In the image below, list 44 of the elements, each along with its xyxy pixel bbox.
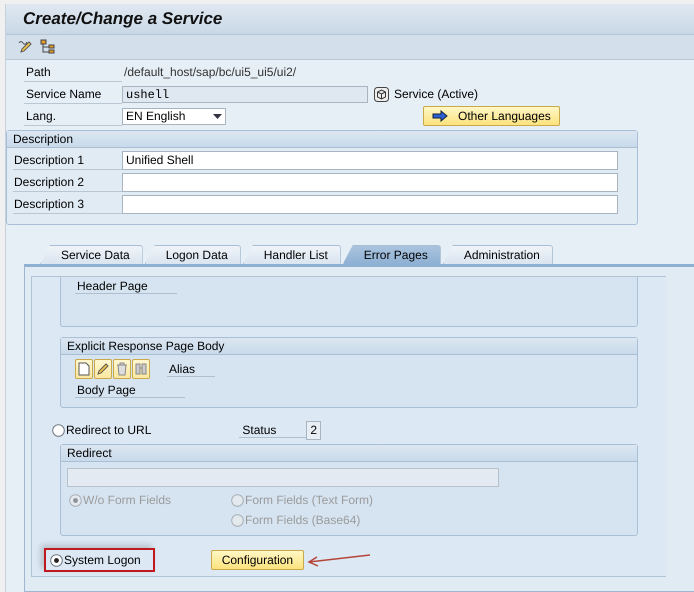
hierarchy-icon[interactable] [40, 39, 56, 55]
radio-label: Form Fields (Base64) [245, 513, 360, 527]
cube-icon [374, 86, 389, 102]
tab[interactable]: Administration [442, 245, 553, 264]
description-field[interactable]: Unified Shell [122, 151, 618, 170]
radio-label: System Logon [64, 553, 141, 567]
tab[interactable]: Error Pages [342, 245, 441, 264]
language-dropdown[interactable]: EN English [122, 108, 226, 124]
pencil-button[interactable] [94, 359, 112, 379]
radio-button[interactable] [50, 554, 63, 566]
trash-button[interactable] [113, 359, 131, 379]
window-title: Create/Change a Service [23, 9, 222, 29]
field-label: Header Page [75, 279, 177, 294]
new-document-button[interactable] [75, 359, 93, 379]
status-field[interactable]: 2 [306, 420, 322, 440]
description-field[interactable] [122, 195, 618, 214]
arrow-icon [432, 110, 448, 122]
service-name-field[interactable]: ushell [122, 86, 368, 102]
field-label: Body Page [75, 383, 185, 398]
radio-button[interactable] [52, 424, 65, 436]
radio-label: Redirect to URL [66, 423, 152, 437]
arrow-icon [306, 553, 372, 567]
pencil-icon[interactable] [18, 39, 34, 55]
service-status: Service (Active) [394, 87, 478, 101]
group-title: Explicit Response Page Body [61, 338, 637, 355]
tab[interactable]: Service Data [40, 245, 143, 264]
document-icon [78, 362, 90, 376]
field-label: Alias [167, 362, 215, 376]
binoculars-button[interactable] [132, 359, 150, 379]
trash-icon [116, 362, 128, 376]
group-title: Description [7, 131, 637, 148]
tab[interactable]: Logon Data [144, 245, 241, 264]
path-value: /default_host/sap/bc/ui5_ui5/ui2/ [123, 65, 296, 79]
description-field[interactable] [122, 173, 618, 192]
other-languages-button[interactable]: Other Languages [423, 106, 560, 126]
url-field[interactable] [67, 468, 499, 487]
tab[interactable]: Handler List [242, 245, 341, 264]
caret-icon[interactable] [213, 114, 222, 118]
pencil-icon [96, 362, 110, 376]
field-label: Path [24, 62, 122, 82]
radio-label: Form Fields (Text Form) [245, 493, 374, 507]
radio-label: W/o Form Fields [83, 493, 172, 507]
group-title: Redirect [61, 445, 637, 462]
configuration-button[interactable]: Configuration [210, 550, 304, 570]
